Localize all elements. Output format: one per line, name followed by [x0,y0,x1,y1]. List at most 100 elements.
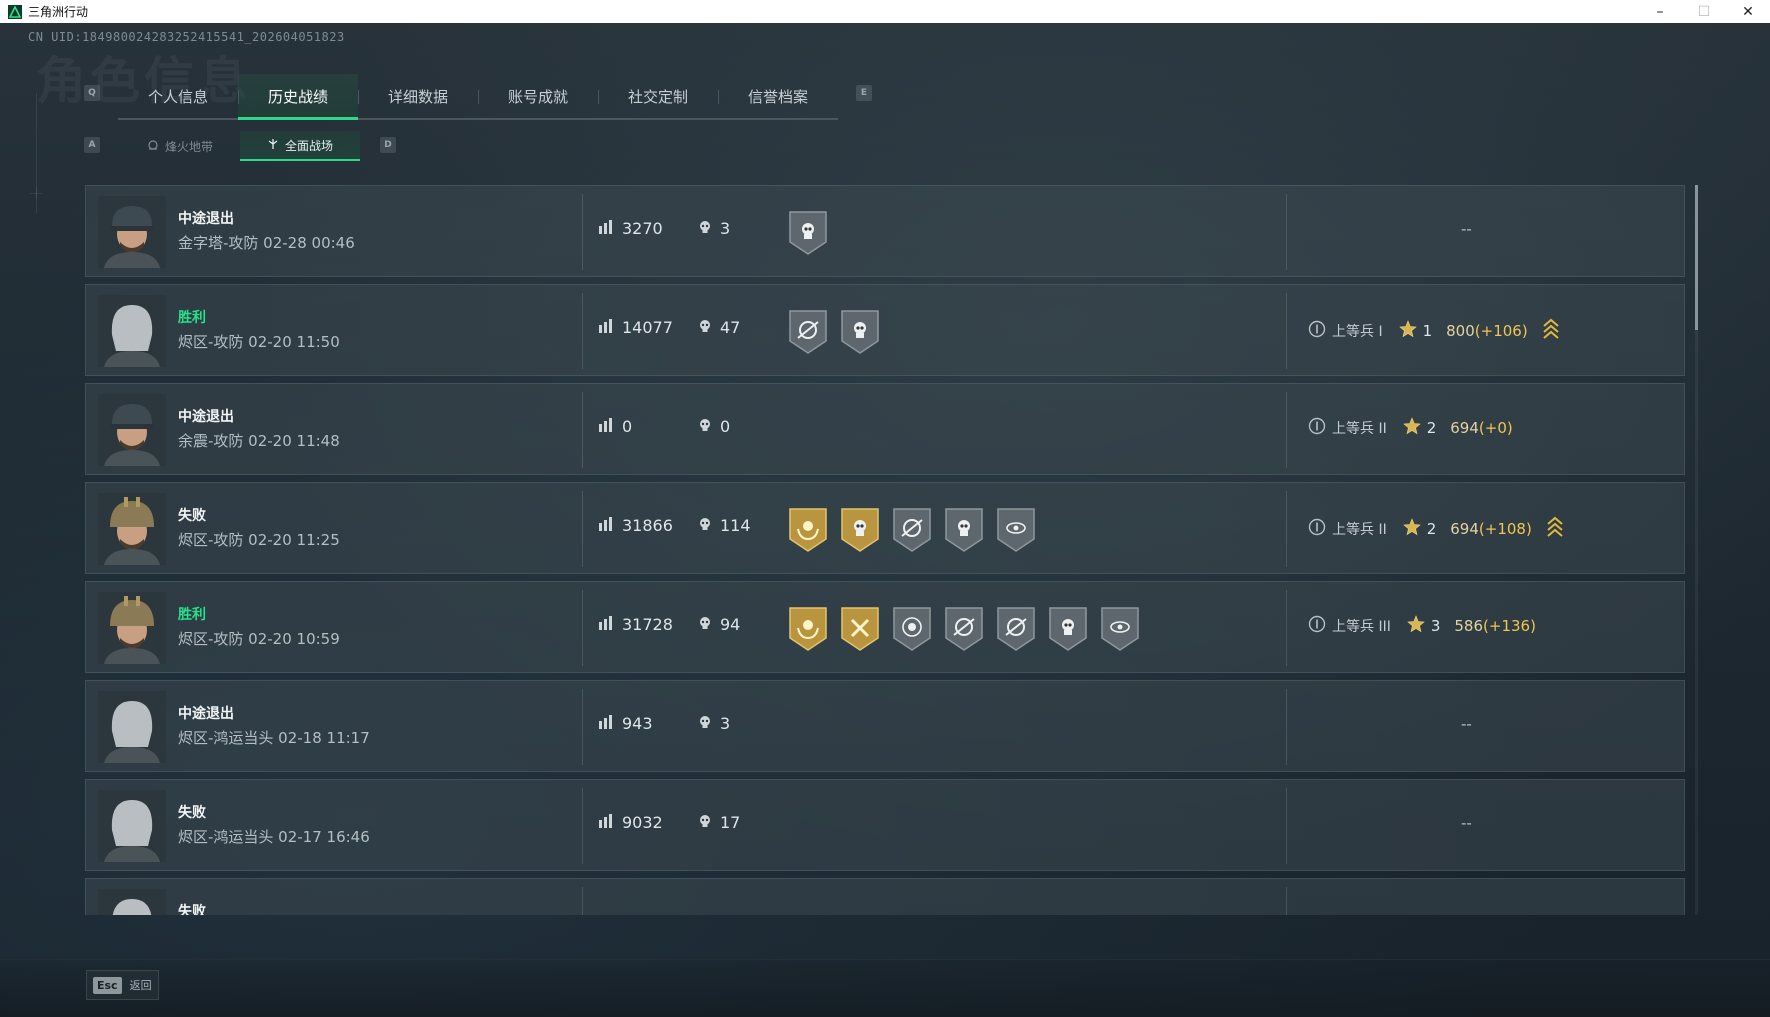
operator-avatar [98,889,166,915]
match-row[interactable]: 中途退出 金字塔-攻防 02-28 00:46 3270 3 -- [85,185,1685,277]
prev-subtab-key-hint[interactable]: A [84,137,100,153]
no-rank-placeholder: -- [1461,814,1472,832]
match-result: 中途退出 [178,706,234,722]
esc-key-hint: Esc [93,976,122,994]
rank-info: 上等兵 I 1 800(+106) [1308,318,1560,344]
match-kills: 94 [698,615,740,634]
match-score: 0 [598,417,632,436]
prev-tab-key-hint[interactable]: Q [84,85,100,101]
rank-points: 800(+106) [1446,322,1528,340]
match-row[interactable]: 胜利 烬区-攻防 02-20 11:50 14077 47 上等兵 I 1 800(+… [85,284,1685,376]
skull-gray-medal-icon[interactable] [838,307,882,357]
sub-tabs: 烽火地带 全面战场 [120,131,360,161]
column-divider [1286,788,1287,864]
match-kills: 47 [698,318,740,337]
column-divider [1286,590,1287,666]
points-delta: (+108) [1478,520,1532,538]
eye-gray-medal-icon[interactable] [1098,604,1142,654]
crosshair-gray-medal-icon[interactable] [890,505,934,555]
column-divider [1286,293,1287,369]
match-row[interactable]: 胜利 烬区-攻防 02-20 10:59 31728 94 上等兵 III 3 586… [85,581,1685,673]
skull-icon [698,714,712,733]
skull-icon [698,417,712,436]
hammer-gold-medal-icon[interactable] [838,604,882,654]
tab-2[interactable]: 详细数据 [358,74,478,118]
match-history-list: 中途退出 金字塔-攻防 02-28 00:46 3270 3 -- 胜利 烬区-攻防 0… [85,185,1685,915]
tab-1[interactable]: 历史战绩 [238,74,358,120]
skull-icon [698,318,712,337]
next-tab-key-hint[interactable]: E [856,85,872,101]
score-bars-icon [598,714,614,733]
match-row[interactable]: 中途退出 烬区-鸿运当头 02-18 11:17 943 3 -- [85,680,1685,772]
crosshair-gray-medal-icon[interactable] [786,307,830,357]
column-divider [582,392,583,468]
column-divider [582,293,583,369]
kills-value: 3 [720,219,731,238]
game-viewport: 角色信息 CN UID:18498002428325241554​1_20260… [0,23,1770,1017]
kills-value: 3 [720,714,731,733]
kills-value: 0 [720,417,731,436]
skull-icon [698,219,712,238]
rank-name: 上等兵 II [1332,522,1387,538]
scrollbar-thumb[interactable] [1695,185,1698,330]
operator-avatar [98,493,166,565]
subtab-label: 烽火地带 [164,139,213,154]
eye-gray-medal-icon[interactable] [994,505,1038,555]
kills-value: 114 [720,516,751,535]
maximize-button[interactable]: ☐ [1682,0,1726,23]
match-row[interactable]: 失败 烬区-鸿运当头 02-17 16:46 9032 17 -- [85,779,1685,871]
rank-emblem-icon [1308,615,1326,637]
score-value: 9032 [622,813,663,832]
crosshair-gray-medal-icon[interactable] [994,604,1038,654]
operator-avatar [98,592,166,664]
tab-0[interactable]: 个人信息 [118,74,238,118]
next-subtab-key-hint[interactable]: D [380,137,396,153]
skull-gray-medal-icon[interactable] [1046,604,1090,654]
match-row[interactable]: 中途退出 余震-攻防 02-20 11:48 0 0 上等兵 II 2 694(+0) [85,383,1685,475]
operator-avatar [98,196,166,268]
column-divider [582,194,583,270]
rank-up-chevron-icon [1542,318,1560,344]
match-result: 中途退出 [178,409,234,425]
close-button[interactable]: ✕ [1726,0,1770,23]
score-value: 943 [622,714,653,733]
points-delta: (+106) [1474,322,1528,340]
skull-gray-medal-icon[interactable] [786,208,830,258]
match-row[interactable]: 失败 烬区-攻防 02-20 11:25 31866 114 上等兵 II 2 694… [85,482,1685,574]
tab-5[interactable]: 信誉档案 [718,74,838,118]
skull-gold-medal-icon[interactable] [838,505,882,555]
column-divider [582,590,583,666]
map-and-time: 烬区-鸿运当头 02-17 16:46 [178,828,370,846]
column-divider [582,491,583,567]
subtab-1[interactable]: 全面战场 [240,131,360,161]
rank-info: 上等兵 II 2 694(+0) [1308,417,1513,439]
skull-gray-medal-icon[interactable] [942,505,986,555]
window-title-bar: 三角洲行动 – ☐ ✕ [0,0,1770,23]
column-divider [1286,689,1287,765]
rank-points: 694(+108) [1450,520,1532,538]
match-score: 14077 [598,318,673,337]
wreath-gold-medal-icon[interactable] [786,505,830,555]
subtab-0[interactable]: 烽火地带 [120,131,240,161]
target-gray-medal-icon[interactable] [890,604,934,654]
wreath-gold-medal-icon[interactable] [786,604,830,654]
match-kills: 3 [698,714,730,733]
match-kills: 17 [698,813,740,832]
score-bars-icon [598,318,614,337]
rank-emblem-icon [1308,417,1326,439]
window-controls: – ☐ ✕ [1638,0,1770,23]
operator-avatar [98,394,166,466]
operator-avatar [98,790,166,862]
list-scrollbar[interactable] [1695,185,1698,915]
match-kills: 0 [698,417,730,436]
tab-3[interactable]: 账号成就 [478,74,598,118]
match-row[interactable]: 失败 [85,878,1685,915]
back-button[interactable]: Esc 返回 [86,970,159,1000]
tab-4[interactable]: 社交定制 [598,74,718,118]
minimize-button[interactable]: – [1638,0,1682,23]
match-score: 943 [598,714,653,733]
match-result: 胜利 [178,310,206,326]
crosshair-gray-medal-icon[interactable] [942,604,986,654]
rank-emblem-icon [1308,518,1326,540]
no-rank-placeholder: -- [1461,715,1472,733]
